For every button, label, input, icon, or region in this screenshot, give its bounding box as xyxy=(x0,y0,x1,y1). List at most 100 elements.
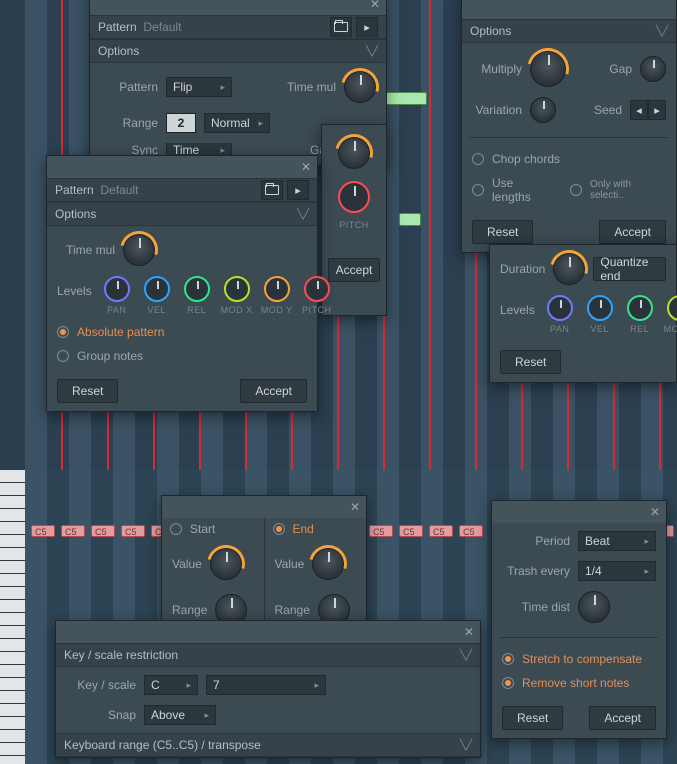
quantize-end-button[interactable]: Quantize end xyxy=(593,257,666,281)
multiply-knob[interactable] xyxy=(530,51,566,87)
start-radio[interactable] xyxy=(170,523,182,535)
chevron-up-icon: ╲╱ xyxy=(366,46,378,57)
pan-knob[interactable] xyxy=(104,276,130,302)
scale-combo[interactable]: 7▸ xyxy=(206,675,326,695)
play-icon[interactable]: ▸ xyxy=(287,180,309,200)
seed-next-button[interactable]: ▸ xyxy=(648,100,666,120)
chevron-up-icon: ╲╱ xyxy=(460,740,472,751)
seed-prev-button[interactable]: ◂ xyxy=(630,100,648,120)
modx-knob[interactable] xyxy=(224,276,250,302)
section-pattern[interactable]: Pattern Default ▸ xyxy=(47,178,317,202)
chevron-up-icon: ╲╱ xyxy=(297,209,309,220)
levels-label: Levels xyxy=(500,303,535,317)
close-icon[interactable]: ✕ xyxy=(462,625,476,639)
time-mul-knob[interactable] xyxy=(123,234,155,266)
panel-quantize[interactable]: Duration Quantize end Levels PAN VEL REL… xyxy=(489,244,677,383)
pattern-label: Pattern xyxy=(98,20,137,34)
note[interactable]: C5 xyxy=(61,525,85,537)
rel-knob[interactable] xyxy=(184,276,210,302)
range-label: Range xyxy=(100,116,158,130)
key-combo[interactable]: C▸ xyxy=(144,675,198,695)
reset-button[interactable]: Reset xyxy=(57,379,118,403)
piano-keys[interactable] xyxy=(0,470,25,764)
note[interactable]: C5 xyxy=(31,525,55,537)
group-notes-radio[interactable] xyxy=(57,350,69,362)
reset-button[interactable]: Reset xyxy=(500,350,561,374)
time-mul-label: Time mul xyxy=(278,80,336,94)
note[interactable]: C5 xyxy=(429,525,453,537)
range-value[interactable]: 2 xyxy=(166,113,196,133)
range-mode-combo[interactable]: Normal▸ xyxy=(204,113,270,133)
play-icon[interactable]: ▸ xyxy=(356,17,378,37)
chop-chords-radio[interactable] xyxy=(472,153,484,165)
section-options[interactable]: Options ╲╱ xyxy=(47,202,317,226)
close-icon[interactable]: ✕ xyxy=(348,500,362,514)
multiply-label: Multiply xyxy=(472,62,522,76)
close-icon[interactable]: ✕ xyxy=(648,505,662,519)
section-options[interactable]: Options ╲╱ xyxy=(90,39,386,63)
gap-knob[interactable] xyxy=(640,56,666,82)
snap-combo[interactable]: Above▸ xyxy=(144,705,216,725)
folder-icon[interactable] xyxy=(261,180,283,200)
pattern-field-label: Pattern xyxy=(100,80,158,94)
section-key-scale[interactable]: Key / scale restriction ╲╱ xyxy=(56,643,480,667)
only-selection-radio[interactable] xyxy=(570,184,582,196)
start-value-knob[interactable] xyxy=(210,548,242,580)
close-icon[interactable]: ✕ xyxy=(299,160,313,174)
section-options[interactable]: Options ╲╱ xyxy=(462,19,676,43)
clip[interactable] xyxy=(399,213,421,226)
accept-button[interactable]: Accept xyxy=(589,706,656,730)
accept-button[interactable]: Accept xyxy=(240,379,307,403)
duration-knob[interactable] xyxy=(553,253,585,285)
knob[interactable] xyxy=(338,137,370,169)
absolute-pattern-radio[interactable] xyxy=(57,326,69,338)
duration-label: Duration xyxy=(500,262,545,276)
rel-knob[interactable] xyxy=(627,295,653,321)
accept-button[interactable]: Accept xyxy=(328,258,380,282)
folder-icon[interactable] xyxy=(330,17,352,37)
period-combo[interactable]: Beat▸ xyxy=(578,531,656,551)
end-value-knob[interactable] xyxy=(312,548,344,580)
pan-knob[interactable] xyxy=(547,295,573,321)
pitch-knob[interactable] xyxy=(304,276,330,302)
stretch-radio[interactable] xyxy=(502,653,514,665)
mody-knob[interactable] xyxy=(264,276,290,302)
seed-label: Seed xyxy=(594,103,622,117)
note[interactable]: C5 xyxy=(121,525,145,537)
variation-knob[interactable] xyxy=(530,97,556,123)
reset-button[interactable]: Reset xyxy=(502,706,563,730)
trash-label: Trash every xyxy=(502,564,570,578)
pitch-knob[interactable] xyxy=(338,181,370,213)
panel-flam[interactable]: ✕ PeriodBeat▸ Trash every1/4▸ Time dist … xyxy=(491,500,667,739)
accept-button[interactable]: Accept xyxy=(599,220,666,244)
remove-short-radio[interactable] xyxy=(502,677,514,689)
key-scale-label: Key / scale xyxy=(66,678,136,692)
trash-combo[interactable]: 1/4▸ xyxy=(578,561,656,581)
options-label: Options xyxy=(98,44,139,58)
gap-label: Gap xyxy=(609,62,632,76)
time-mul-knob[interactable] xyxy=(344,71,376,103)
note[interactable]: C5 xyxy=(91,525,115,537)
panel-chop[interactable]: Options ╲╱ Multiply Gap Variation Seed ◂… xyxy=(461,0,677,253)
levels-label: Levels xyxy=(57,284,92,298)
pattern-mode-combo[interactable]: Flip▸ xyxy=(166,77,232,97)
vel-knob[interactable] xyxy=(587,295,613,321)
note[interactable]: C5 xyxy=(369,525,393,537)
panel-arp-b[interactable]: ✕ Pattern Default ▸ Options ╲╱ Time mul … xyxy=(46,155,318,412)
time-dist-knob[interactable] xyxy=(578,591,610,623)
panel-key-scale[interactable]: ✕ Key / scale restriction ╲╱ Key / scale… xyxy=(55,620,481,758)
modx-knob[interactable] xyxy=(667,295,677,321)
reset-button[interactable]: Reset xyxy=(472,220,533,244)
chevron-up-icon: ╲╱ xyxy=(460,650,472,661)
pitch-knob-label: PITCH xyxy=(339,220,369,230)
note[interactable]: C5 xyxy=(399,525,423,537)
panel-start-end[interactable]: ✕ Start Value Range End Value Range xyxy=(161,495,367,635)
clip[interactable] xyxy=(385,92,427,105)
end-radio[interactable] xyxy=(273,523,285,535)
close-icon[interactable]: ✕ xyxy=(368,0,382,11)
use-lengths-radio[interactable] xyxy=(472,184,484,196)
section-pattern[interactable]: Pattern Default ▸ xyxy=(90,15,386,39)
section-keyboard-range[interactable]: Keyboard range (C5..C5) / transpose ╲╱ xyxy=(56,733,480,757)
vel-knob[interactable] xyxy=(144,276,170,302)
note[interactable]: C5 xyxy=(459,525,483,537)
